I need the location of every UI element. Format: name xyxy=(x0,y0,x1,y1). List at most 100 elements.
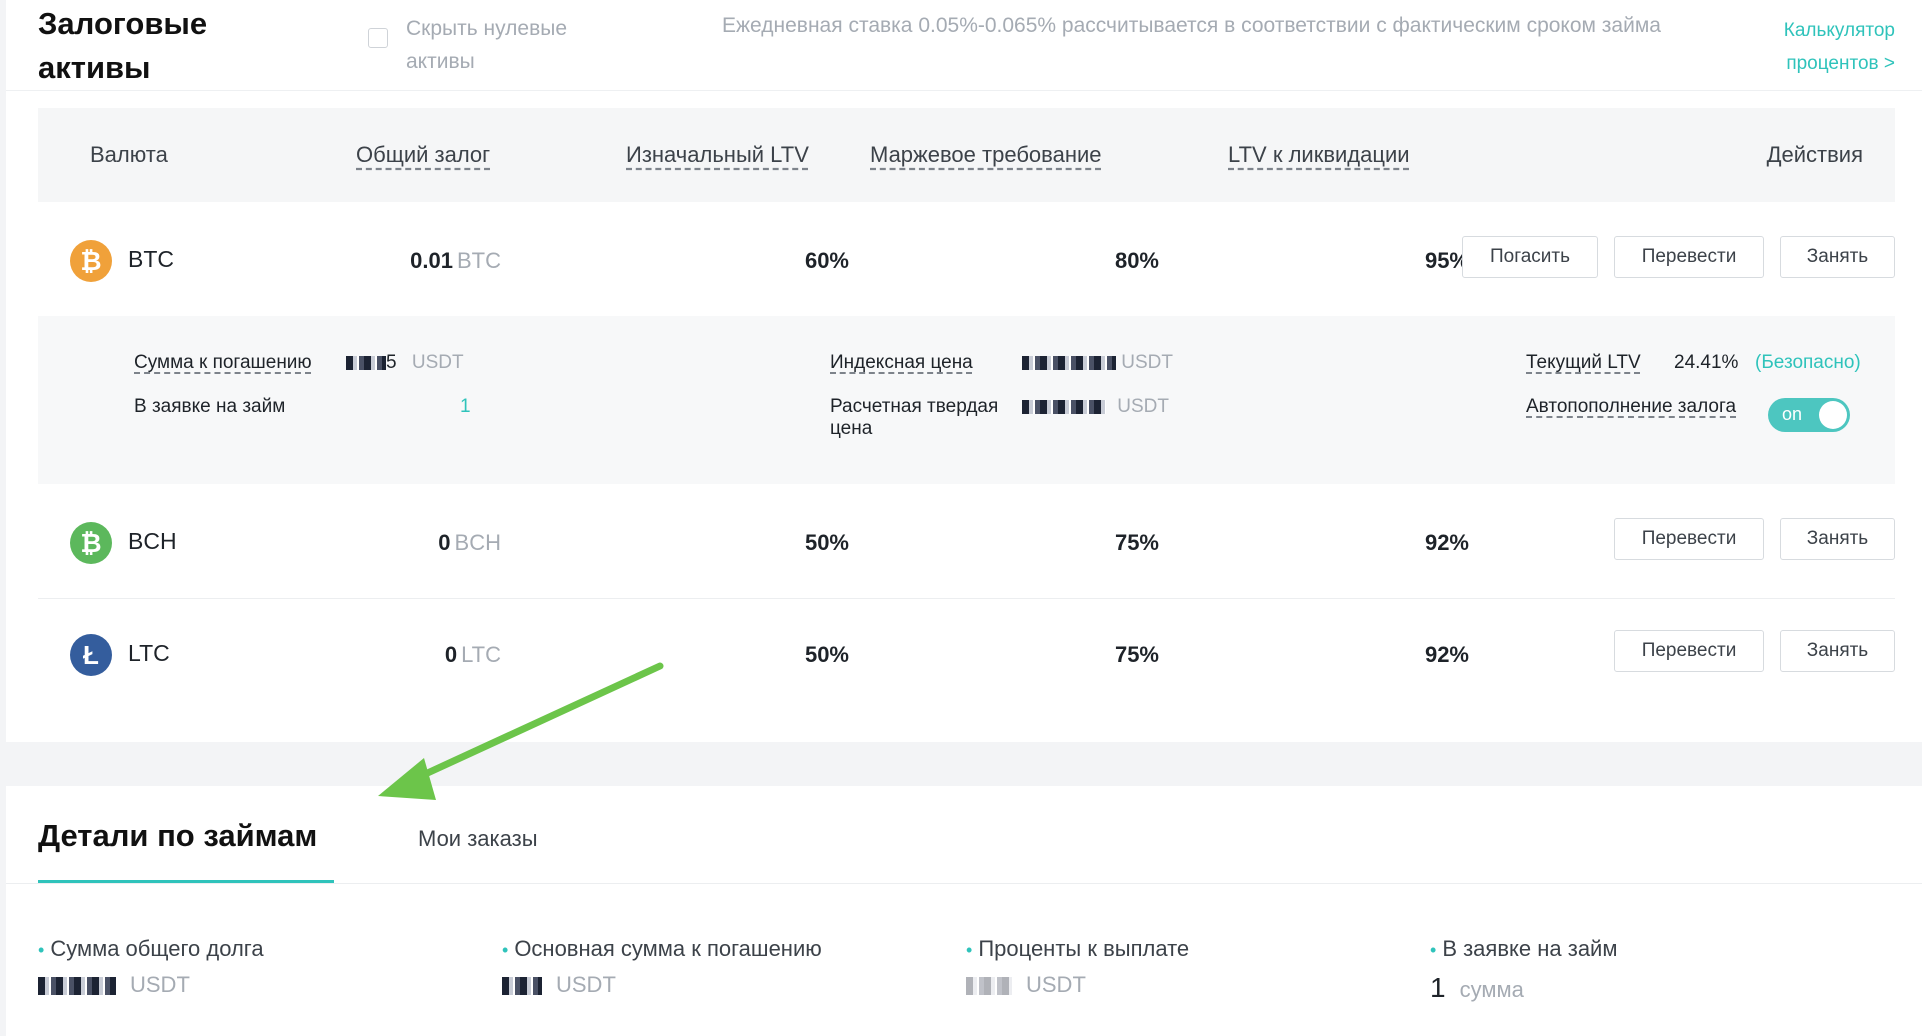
index-price-unit: USDT xyxy=(1121,352,1174,373)
borrow-button[interactable]: Занять xyxy=(1780,236,1895,278)
table-row: ₿ BCH 0 BCH 50% 75% 92% Перевести Занять xyxy=(38,500,1895,596)
bch-coin-icon: ₿ xyxy=(70,522,112,564)
header-divider xyxy=(6,90,1922,91)
col-actions: Действия xyxy=(1766,142,1863,167)
stat-principal: • Основная сумма к погашению USDT xyxy=(502,936,822,998)
hide-zero-assets[interactable]: Скрыть нулевые активы xyxy=(368,12,606,78)
stat-value: 1 сумма xyxy=(1430,972,1617,1004)
masked-value xyxy=(502,977,542,996)
table-row: ₿ BTC 0.01 BTC 60% 80% 95% Погасить Перев… xyxy=(38,218,1895,298)
ltc-coin-icon: Ł xyxy=(70,634,112,676)
bullet-icon: • xyxy=(966,940,973,960)
transfer-button[interactable]: Перевести xyxy=(1614,630,1764,672)
settlement-price-unit: USDT xyxy=(1117,396,1170,417)
margin-requirement-value: 80% xyxy=(1114,248,1159,273)
bullet-icon: • xyxy=(1430,940,1437,960)
current-ltv-status: (Безопасно) xyxy=(1755,352,1861,373)
initial-ltv-value: 50% xyxy=(804,530,849,555)
stat-unit: USDT xyxy=(130,972,190,997)
masked-value xyxy=(966,977,1012,996)
repay-amount-visible: 5 xyxy=(386,352,397,373)
stat-label-text: Проценты к выплате xyxy=(978,936,1190,961)
index-price-label[interactable]: Индексная цена xyxy=(830,352,973,374)
repay-amount-label[interactable]: Сумма к погашению xyxy=(134,352,312,374)
tabs-divider xyxy=(6,883,1922,884)
amount-number: 0.01 xyxy=(410,248,453,273)
stat-interest-due: • Проценты к выплате USDT xyxy=(966,936,1189,998)
stat-unit: сумма xyxy=(1459,977,1524,1002)
stat-label: • Сумма общего долга xyxy=(38,936,264,962)
settlement-price-value: USDT xyxy=(1022,396,1169,418)
amount-unit: BCH xyxy=(454,530,501,555)
coin-name: BCH xyxy=(128,528,177,554)
stat-total-debt: • Сумма общего долга USDT xyxy=(38,936,264,998)
col-initial-ltv[interactable]: Изначальный LTV xyxy=(626,142,809,168)
stat-label-text: В заявке на займ xyxy=(1442,936,1618,961)
amount-unit: BTC xyxy=(457,248,501,273)
initial-ltv-value: 50% xyxy=(804,642,849,667)
coin-name: BTC xyxy=(128,246,174,272)
interest-calculator-link[interactable]: Калькулятор процентов > xyxy=(1770,14,1895,80)
amount-unit: LTC xyxy=(461,642,501,667)
amount-number: 0 xyxy=(438,530,451,555)
total-collateral-value: 0 BCH xyxy=(438,530,501,556)
stat-label: • Основная сумма к погашению xyxy=(502,936,822,962)
stat-value: USDT xyxy=(38,972,264,998)
hide-zero-checkbox[interactable] xyxy=(368,28,388,48)
row-divider xyxy=(38,598,1895,599)
index-price-value: USDT xyxy=(1022,352,1173,374)
masked-value xyxy=(1022,399,1106,414)
stat-number: 1 xyxy=(1430,972,1446,1003)
repay-button[interactable]: Погасить xyxy=(1462,236,1598,278)
tab-loan-details[interactable]: Детали по займам xyxy=(38,818,317,854)
auto-topup-label[interactable]: Автопополнение залога xyxy=(1526,396,1736,418)
bullet-icon: • xyxy=(502,940,509,960)
tab-my-orders[interactable]: Мои заказы xyxy=(418,826,538,852)
rate-note: Ежедневная ставка 0.05%-0.065% рассчитыв… xyxy=(722,14,1661,37)
stat-unit: USDT xyxy=(1026,972,1086,997)
repay-unit: USDT xyxy=(411,352,464,373)
masked-value xyxy=(38,977,116,996)
transfer-button[interactable]: Перевести xyxy=(1614,518,1764,560)
current-ltv-label[interactable]: Текущий LTV xyxy=(1526,352,1641,374)
bullet-icon: • xyxy=(38,940,45,960)
settlement-price-label: Расчетная твердая цена xyxy=(830,396,999,439)
stat-loan-request: • В заявке на займ 1 сумма xyxy=(1430,936,1617,1004)
margin-requirement-value: 75% xyxy=(1114,530,1159,555)
stat-label: • Проценты к выплате xyxy=(966,936,1189,962)
col-total-collateral[interactable]: Общий залог xyxy=(356,142,490,168)
auto-topup-toggle[interactable]: on xyxy=(1768,398,1850,432)
stat-value: USDT xyxy=(966,972,1189,998)
stat-label-text: Основная сумма к погашению xyxy=(514,936,822,961)
margin-requirement-value: 75% xyxy=(1114,642,1159,667)
stat-label-text: Сумма общего долга xyxy=(50,936,264,961)
loan-request-value[interactable]: 1 xyxy=(460,396,471,418)
total-collateral-value: 0 LTC xyxy=(445,642,501,668)
total-collateral-value: 0.01 BTC xyxy=(410,248,501,274)
hide-zero-label: Скрыть нулевые активы xyxy=(406,17,568,73)
table-row: Ł LTC 0 LTC 50% 75% 92% Перевести Занять xyxy=(38,612,1895,708)
stat-value: USDT xyxy=(502,972,822,998)
stat-unit: USDT xyxy=(556,972,616,997)
loan-request-label: В заявке на займ xyxy=(134,396,286,417)
borrow-button[interactable]: Занять xyxy=(1780,630,1895,672)
toggle-knob xyxy=(1819,401,1847,429)
col-liquidation-ltv[interactable]: LTV к ликвидации xyxy=(1228,142,1410,168)
initial-ltv-value: 60% xyxy=(804,248,849,273)
stat-label: • В заявке на займ xyxy=(1430,936,1617,962)
masked-value xyxy=(346,355,386,370)
liquidation-ltv-value: 92% xyxy=(1424,530,1469,555)
col-currency: Валюта xyxy=(90,142,168,167)
current-ltv-value: 24.41% xyxy=(1674,352,1739,373)
transfer-button[interactable]: Перевести xyxy=(1614,236,1764,278)
amount-number: 0 xyxy=(444,642,458,667)
table-header: Валюта Общий залог Изначальный LTV Марже… xyxy=(38,108,1895,202)
liquidation-ltv-value: 92% xyxy=(1424,642,1469,667)
repay-amount-value: 5 USDT xyxy=(346,352,464,374)
coin-name: LTC xyxy=(128,640,170,666)
page-title: Залоговые активы xyxy=(38,6,208,85)
masked-value xyxy=(1022,355,1116,370)
col-margin-requirement[interactable]: Маржевое требование xyxy=(870,142,1102,168)
borrow-button[interactable]: Занять xyxy=(1780,518,1895,560)
toggle-state-label: on xyxy=(1782,404,1803,424)
